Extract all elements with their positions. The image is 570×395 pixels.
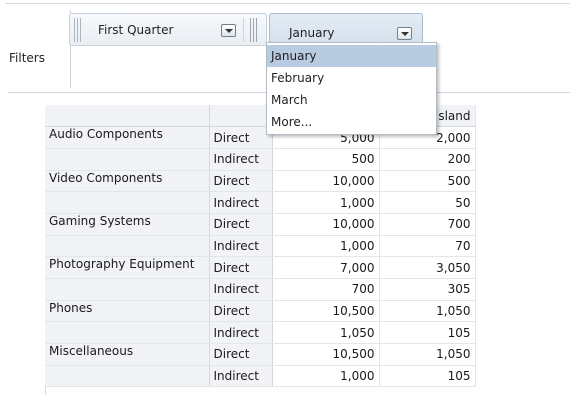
channel-cell: Indirect	[209, 148, 273, 171]
channel-cell: Direct	[209, 126, 273, 149]
product-cell: Photography Equipment	[45, 256, 210, 279]
value-cell: 10,500	[272, 300, 380, 323]
filters-label: Filters	[9, 51, 45, 65]
table-row: Indirect 500 200	[45, 148, 476, 171]
quarter-filter[interactable]: First Quarter	[69, 13, 267, 46]
product-cell: Audio Components	[45, 126, 210, 149]
value-cell: 50	[379, 191, 476, 214]
month-filter-value: January	[289, 26, 335, 40]
menu-item-february[interactable]: February	[267, 67, 436, 89]
table-row: Miscellaneous Direct 10,500 1,050	[45, 343, 476, 366]
table-row: Indirect 1,000 105	[45, 365, 476, 388]
menu-item-more[interactable]: More...	[267, 111, 436, 133]
product-cell: Miscellaneous	[45, 343, 210, 366]
value-cell: 1,000	[272, 191, 380, 214]
drag-handle-icon[interactable]	[250, 18, 258, 42]
channel-cell: Indirect	[209, 191, 273, 214]
channel-cell: Direct	[209, 300, 273, 323]
product-cell	[45, 365, 210, 388]
drag-handle-icon[interactable]	[74, 18, 81, 42]
table-row: Indirect 1,000 50	[45, 191, 476, 214]
menu-item-march[interactable]: March	[267, 89, 436, 111]
header-cell	[209, 105, 273, 128]
channel-cell: Indirect	[209, 235, 273, 258]
month-dropdown-button[interactable]	[397, 27, 412, 40]
channel-cell: Indirect	[209, 278, 273, 301]
value-cell: 10,000	[272, 213, 380, 236]
value-cell: 1,050	[379, 300, 476, 323]
channel-cell: Direct	[209, 213, 273, 236]
channel-cell: Direct	[209, 256, 273, 279]
value-cell: 3,050	[379, 256, 476, 279]
table-row: Phones Direct 10,500 1,050	[45, 300, 476, 323]
value-cell: 105	[379, 365, 476, 388]
month-dropdown-menu: January February March More...	[266, 42, 437, 135]
header-cell	[45, 105, 210, 128]
value-cell: 700	[379, 213, 476, 236]
menu-item-january[interactable]: January	[267, 45, 436, 67]
value-cell: 1,050	[379, 343, 476, 366]
value-cell: 500	[272, 148, 380, 171]
value-cell: 305	[379, 278, 476, 301]
channel-cell: Indirect	[209, 321, 273, 345]
product-cell	[45, 321, 210, 345]
channel-cell: Direct	[209, 170, 273, 193]
product-cell	[45, 235, 210, 258]
value-cell: 200	[379, 148, 476, 171]
table-row: Indirect 700 305	[45, 278, 476, 301]
product-cell	[45, 191, 210, 214]
table-row: Indirect 1,050 105	[45, 321, 476, 345]
channel-cell: Indirect	[209, 365, 273, 388]
value-cell: 10,500	[272, 343, 380, 366]
product-cell	[45, 278, 210, 301]
value-cell: 1,000	[272, 235, 380, 258]
channel-cell: Direct	[209, 343, 273, 366]
value-cell: 700	[272, 278, 380, 301]
value-cell: 7,000	[272, 256, 380, 279]
product-cell: Phones	[45, 300, 210, 323]
value-cell: 105	[379, 321, 476, 345]
table-row: Photography Equipment Direct 7,000 3,050	[45, 256, 476, 279]
quarter-dropdown-button[interactable]	[221, 24, 236, 37]
table-row: Gaming Systems Direct 10,000 700	[45, 213, 476, 236]
table-row: Video Components Direct 10,000 500	[45, 170, 476, 193]
product-cell: Gaming Systems	[45, 213, 210, 236]
table-row: Indirect 1,000 70	[45, 235, 476, 258]
product-cell	[45, 148, 210, 171]
app-frame: Filters First Quarter January sland Audi…	[0, 0, 570, 395]
value-cell: 70	[379, 235, 476, 258]
value-cell: 500	[379, 170, 476, 193]
value-cell: 10,000	[272, 170, 380, 193]
pivot-table-area: sland Audio Components Direct 5,000 2,000 In…	[8, 92, 570, 395]
group-separator	[243, 18, 244, 42]
pivot-table: sland Audio Components Direct 5,000 2,000 In…	[45, 105, 476, 388]
value-cell: 1,000	[272, 365, 380, 388]
value-cell: 1,050	[272, 321, 380, 345]
quarter-filter-value: First Quarter	[98, 23, 174, 37]
product-cell: Video Components	[45, 170, 210, 193]
